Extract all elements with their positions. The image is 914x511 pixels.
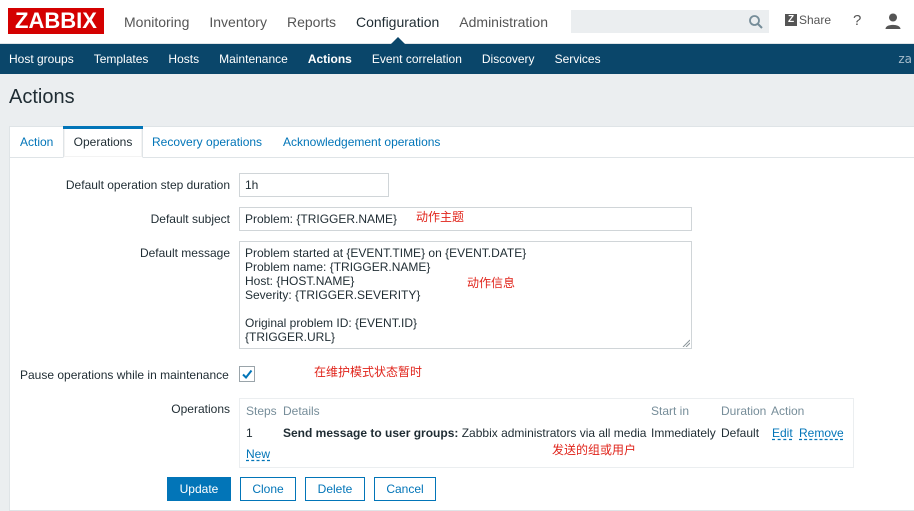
subnav-templates[interactable]: Templates (84, 44, 159, 74)
operations-label: Operations (171, 402, 230, 416)
operation-remove-link[interactable]: Remove (799, 426, 844, 440)
message-line (245, 302, 686, 316)
menu-configuration[interactable]: Configuration (346, 0, 449, 44)
operation-edit-link[interactable]: Edit (772, 426, 793, 440)
main-menu: Monitoring Inventory Reports Configurati… (114, 0, 558, 44)
subnav-event-correlation[interactable]: Event correlation (362, 44, 472, 74)
action-form: Action Operations Recovery operations Ac… (9, 126, 914, 511)
subnav-discovery[interactable]: Discovery (472, 44, 545, 74)
tab-acknowledgement-operations[interactable]: Acknowledgement operations (283, 127, 440, 158)
delete-button[interactable]: Delete (305, 477, 365, 501)
tab-recovery-operations[interactable]: Recovery operations (152, 127, 262, 158)
help-icon[interactable]: ? (853, 12, 861, 29)
message-line: Problem name: {TRIGGER.NAME} (245, 260, 431, 274)
annotation-operations: 发送的组或用户 (552, 443, 637, 457)
operation-details: Send message to user groups: Zabbix admi… (283, 426, 646, 440)
zabbix-logo[interactable]: ZABBIX (8, 8, 104, 34)
cancel-button[interactable]: Cancel (374, 477, 436, 501)
share-icon: Z (785, 14, 797, 26)
pause-operations-label: Pause operations while in maintenance (20, 368, 229, 382)
default-subject-input[interactable]: Problem: {TRIGGER.NAME} (239, 207, 692, 231)
checkmark-icon (242, 369, 253, 380)
sub-navigation: Host groups Templates Hosts Maintenance … (0, 44, 914, 74)
subnav-host-groups[interactable]: Host groups (0, 44, 84, 74)
subnav-hosts[interactable]: Hosts (158, 44, 209, 74)
annotation-pause: 在维护模式状态暂时 (314, 365, 423, 379)
share-label: Share (799, 13, 832, 27)
annotation-subject: 动作主题 (416, 210, 465, 224)
column-header-action: Action (771, 404, 805, 418)
step-duration-label: Default operation step duration (65, 178, 230, 192)
operation-details-type: Send message to user groups: (283, 426, 459, 440)
column-header-details: Details (283, 404, 320, 418)
tab-action[interactable]: Action (20, 127, 53, 158)
message-line: {TRIGGER.URL} (245, 330, 336, 344)
operation-details-target: Zabbix administrators via all media (458, 426, 647, 440)
message-line: Severity: {TRIGGER.SEVERITY} (245, 288, 421, 302)
share-link[interactable]: Z Share (785, 13, 831, 27)
menu-administration[interactable]: Administration (449, 0, 558, 44)
update-button[interactable]: Update (167, 477, 231, 501)
annotation-message: 动作信息 (467, 276, 516, 290)
subnav-maintenance[interactable]: Maintenance (209, 44, 298, 74)
new-operation-link[interactable]: New (246, 447, 270, 461)
step-duration-input[interactable]: 1h (239, 173, 389, 197)
column-header-duration: Duration (721, 404, 767, 418)
menu-reports[interactable]: Reports (277, 0, 346, 44)
message-line: Host: {HOST.NAME} (245, 274, 355, 288)
user-profile-icon[interactable] (884, 12, 902, 30)
operations-table: Steps Details Start in Duration Action 1… (239, 398, 854, 468)
menu-monitoring[interactable]: Monitoring (114, 0, 199, 44)
operation-duration: Default (721, 426, 760, 440)
search-icon[interactable] (748, 14, 764, 30)
clone-button[interactable]: Clone (240, 477, 296, 501)
pause-operations-checkbox[interactable] (239, 366, 255, 382)
subnav-services[interactable]: Services (545, 44, 611, 74)
top-header: ZABBIX Monitoring Inventory Reports Conf… (0, 0, 914, 44)
tab-bar: Action Operations Recovery operations Ac… (10, 126, 914, 158)
tab-operations[interactable]: Operations (63, 126, 143, 158)
page-title: Actions (9, 86, 75, 108)
operation-step: 1 (246, 426, 253, 440)
column-header-start-in: Start in (651, 404, 690, 418)
resize-grip-icon[interactable] (682, 339, 690, 347)
default-message-textarea[interactable]: Problem started at {EVENT.TIME} on {EVEN… (239, 241, 692, 349)
message-line: Problem started at {EVENT.TIME} on {EVEN… (245, 246, 527, 260)
subnav-actions[interactable]: Actions (298, 44, 362, 74)
subnav-overflow-text: za (898, 52, 912, 66)
message-line: Original problem ID: {EVENT.ID} (245, 316, 418, 330)
search-input[interactable] (571, 10, 769, 33)
menu-inventory[interactable]: Inventory (199, 0, 277, 44)
default-subject-label: Default subject (150, 212, 230, 226)
column-header-steps: Steps (246, 404, 277, 418)
default-message-label: Default message (139, 246, 230, 260)
operation-start-in: Immediately (651, 426, 716, 440)
